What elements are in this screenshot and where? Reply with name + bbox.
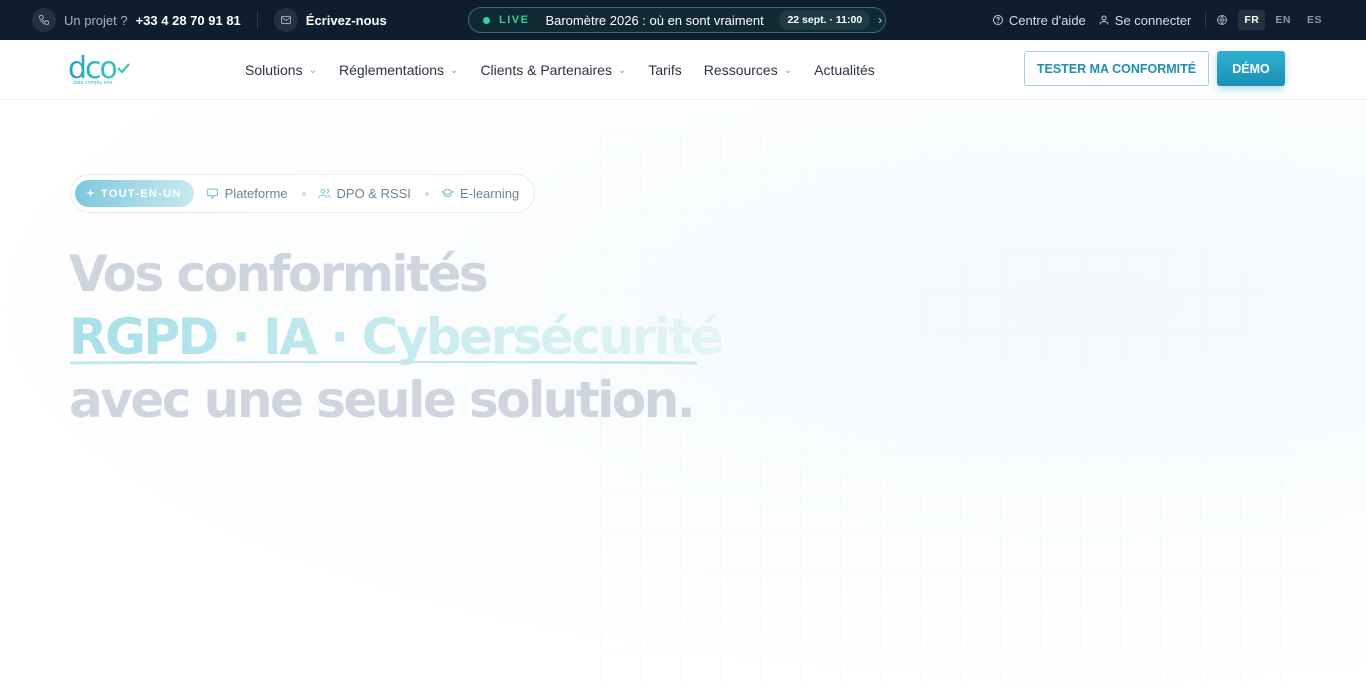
help-center-label: Centre d'aide	[1008, 12, 1086, 28]
sparkle-icon	[86, 188, 95, 198]
pill-platform[interactable]: Plateforme	[206, 186, 288, 201]
chevron-down-icon: ⌄	[783, 64, 793, 76]
lang-es[interactable]: ES	[1301, 10, 1328, 30]
help-center-link[interactable]: Centre d'aide	[992, 13, 1086, 28]
phone-link[interactable]: +33 4 28 70 91 81	[136, 13, 241, 28]
demo-button[interactable]: DÉMO	[1217, 51, 1285, 86]
hero-title-line3: avec une seule solution.	[69, 371, 696, 429]
menu-actualites[interactable]: Actualités	[814, 62, 875, 78]
menu-ressources[interactable]: Ressources ⌄	[704, 62, 792, 78]
main-navbar: dco data comply one Solutions ⌄ Réglemen…	[0, 40, 1366, 100]
top-right-links: Centre d'aide Se connecter FR EN ES	[980, 0, 1328, 40]
pill-active-label: TOUT-EN-UN	[101, 187, 182, 200]
live-label: LIVE	[499, 14, 530, 26]
users-icon	[318, 188, 330, 198]
divider	[256, 11, 258, 29]
solution-pills: TOUT-EN-UN Plateforme DPO & RSSI E-learn…	[70, 174, 535, 213]
test-compliance-button[interactable]: TESTER MA CONFORMITÉ	[1024, 51, 1209, 86]
help-icon	[992, 15, 1003, 25]
chevron-down-icon: ⌄	[450, 64, 459, 76]
menu-label: Ressources	[703, 62, 778, 78]
project-label: Un projet ?	[64, 12, 128, 28]
live-dot-icon	[483, 16, 490, 24]
chevron-down-icon: ⌄	[617, 64, 627, 76]
pill-all-in-one[interactable]: TOUT-EN-UN	[75, 180, 194, 207]
menu-reglementations[interactable]: Réglementations ⌄	[339, 62, 458, 78]
menu-label: Actualités	[814, 62, 875, 78]
chevron-down-icon: ⌄	[308, 64, 317, 76]
hero-title-line1: Vos conformités	[69, 245, 489, 303]
live-text: Baromètre 2026 : où en sont vraiment	[545, 12, 764, 28]
graduation-cap-icon	[440, 188, 454, 198]
pill-elearning[interactable]: E-learning	[440, 186, 520, 201]
divider	[1205, 12, 1207, 28]
login-label: Se connecter	[1114, 12, 1192, 28]
lang-en[interactable]: EN	[1269, 10, 1297, 30]
monitor-icon	[206, 188, 218, 199]
lang-fr[interactable]: FR	[1238, 10, 1266, 30]
pill-separator	[301, 191, 306, 196]
write-us-link[interactable]: Écrivez-nous	[306, 13, 387, 28]
pill-label: DPO & RSSI	[336, 186, 411, 201]
menu-tarifs[interactable]: Tarifs	[648, 62, 681, 78]
globe-icon	[1217, 15, 1228, 25]
hero-title: Vos conformités RGPD · IA · Cybersécurit…	[69, 243, 724, 432]
title-underline-decoration	[70, 361, 697, 365]
menu-solutions[interactable]: Solutions ⌄	[245, 62, 317, 78]
login-link[interactable]: Se connecter	[1098, 12, 1192, 28]
contact-group: Un projet ? +33 4 28 70 91 81 Écrivez-no…	[32, 0, 387, 40]
pill-dpo-rssi[interactable]: DPO & RSSI	[318, 186, 411, 201]
phone-icon	[32, 8, 56, 32]
menu-clients-partenaires[interactable]: Clients & Partenaires ⌄	[480, 62, 626, 78]
menu-label: Clients & Partenaires	[480, 62, 612, 78]
menu-label: Réglementations	[338, 62, 445, 78]
logo-tagline: data comply one	[73, 80, 113, 86]
pill-label: Plateforme	[224, 186, 288, 201]
mail-icon	[273, 8, 298, 32]
chevron-right-icon: ›	[878, 13, 883, 27]
pill-separator	[424, 191, 429, 196]
pill-label: E-learning	[459, 186, 520, 201]
main-menu: Solutions ⌄ Réglementations ⌄ Clients & …	[245, 40, 897, 100]
hero-title-line2: RGPD · IA · Cybersécurité	[69, 306, 724, 369]
live-date-badge: 22 sept. · 11:00	[779, 10, 871, 30]
user-icon	[1099, 15, 1109, 25]
menu-label: Tarifs	[648, 62, 682, 78]
top-bar: Un projet ? +33 4 28 70 91 81 Écrivez-no…	[0, 0, 1366, 40]
menu-label: Solutions	[245, 62, 303, 78]
live-banner[interactable]: LIVE Baromètre 2026 : où en sont vraimen…	[468, 7, 886, 33]
